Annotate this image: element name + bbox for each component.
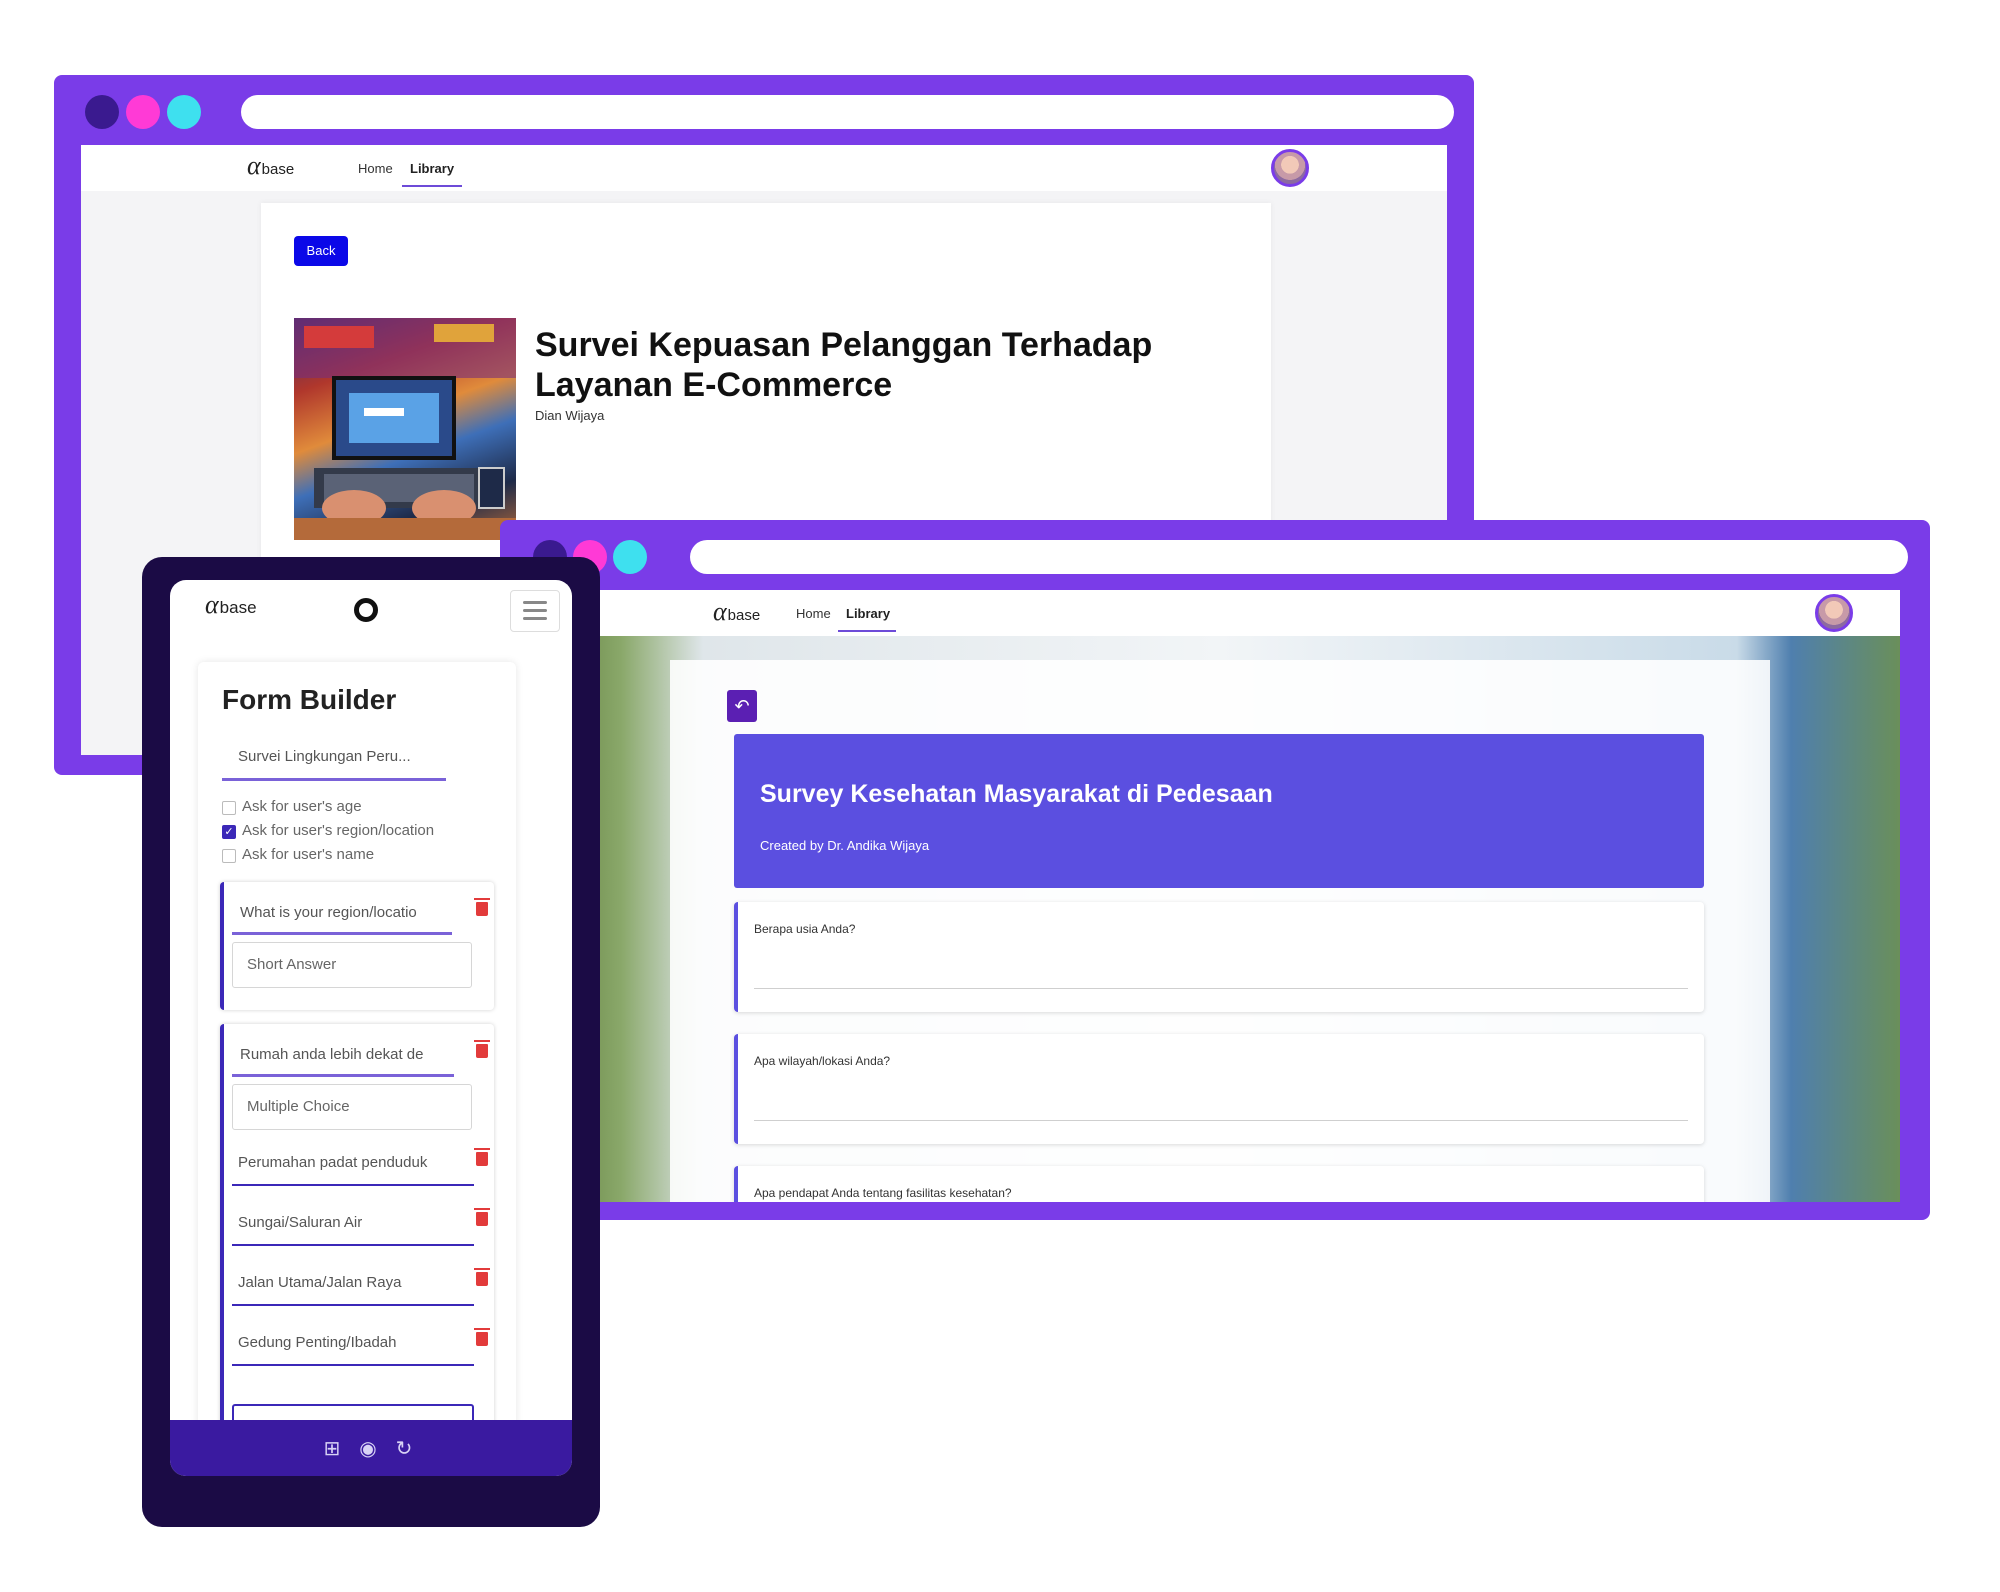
question-text: Apa pendapat Anda tentang fasilitas kese…	[754, 1186, 1012, 1200]
choice-underline	[232, 1244, 474, 1246]
back-button[interactable]: Back	[294, 236, 348, 266]
question-underline	[232, 1074, 454, 1077]
page-title: Form Builder	[222, 684, 397, 715]
delete-icon[interactable]	[474, 1148, 490, 1166]
question-card[interactable]: Apa pendapat Anda tentang fasilitas kese…	[734, 1166, 1704, 1202]
choice-underline	[232, 1364, 474, 1366]
question-type-select[interactable]: Short Answer	[232, 942, 472, 988]
option-label: Ask for user's name	[242, 846, 375, 863]
checkbox-age[interactable]	[222, 801, 236, 815]
top-nav: αbase Home Library	[540, 590, 1900, 636]
nav-home[interactable]: Home	[358, 161, 393, 176]
phone-device: αbase Form Builder Survei Lingkungan Per…	[142, 557, 600, 1527]
question-text-input[interactable]: Rumah anda lebih dekat de	[240, 1046, 462, 1063]
delete-icon[interactable]	[474, 1328, 490, 1346]
survey-thumbnail-image	[294, 318, 516, 540]
address-bar[interactable]	[690, 540, 1908, 574]
eye-icon[interactable]: ◉	[356, 1436, 380, 1461]
nav-active-underline	[838, 630, 896, 632]
logo-alpha: α	[205, 590, 219, 619]
delete-icon[interactable]	[474, 1040, 490, 1058]
nav-library[interactable]: Library	[846, 606, 890, 621]
camera-icon	[354, 598, 378, 622]
question-text: Apa wilayah/lokasi Anda?	[754, 1054, 891, 1068]
survey-creator: Created by Dr. Andika Wijaya	[760, 838, 930, 853]
choice-input[interactable]: Gedung Penting/Ibadah	[238, 1334, 464, 1351]
question-block: Rumah anda lebih dekat de Multiple Choic…	[220, 1024, 494, 1444]
form-name-underline	[222, 778, 446, 781]
choice-input[interactable]: Sungai/Saluran Air	[238, 1214, 464, 1231]
question-text-input[interactable]: What is your region/locatio	[240, 904, 460, 921]
answer-field[interactable]	[754, 1120, 1688, 1121]
option-ask-name[interactable]: Ask for user's name	[222, 846, 374, 863]
user-avatar[interactable]	[1815, 594, 1853, 632]
question-card[interactable]: Berapa usia Anda?	[734, 902, 1704, 1012]
browser-window-survey-view: αbase Home Library ↶ Survey Kesehatan Ma…	[500, 520, 1930, 1220]
question-text: Berapa usia Anda?	[754, 922, 856, 936]
survey-author: Dian Wijaya	[535, 408, 605, 423]
window-dot-cyan[interactable]	[613, 540, 647, 574]
question-type-select[interactable]: Multiple Choice	[232, 1084, 472, 1130]
logo-alpha: α	[713, 597, 727, 626]
option-label: Ask for user's region/location	[242, 822, 435, 839]
delete-icon[interactable]	[474, 898, 490, 916]
question-block: What is your region/locatio Short Answer	[220, 882, 494, 1010]
refresh-icon[interactable]: ↻	[392, 1436, 416, 1461]
logo-text: base	[727, 607, 761, 624]
checkbox-name[interactable]	[222, 849, 236, 863]
option-label: Ask for user's age	[242, 798, 362, 815]
nav-home[interactable]: Home	[796, 606, 831, 621]
question-card[interactable]: Apa wilayah/lokasi Anda?	[734, 1034, 1704, 1144]
form-builder-card: Form Builder Survei Lingkungan Peru... A…	[198, 662, 516, 1476]
option-ask-age[interactable]: Ask for user's age	[222, 798, 362, 815]
option-ask-region[interactable]: ✓ Ask for user's region/location	[222, 822, 434, 839]
alpha-base-logo[interactable]: αbase	[713, 597, 760, 627]
ecommerce-illustration	[294, 318, 516, 540]
undo-arrow-icon[interactable]: ↶	[727, 690, 757, 722]
window-dot-dark[interactable]	[85, 95, 119, 129]
survey-panel: ↶ Survey Kesehatan Masyarakat di Pedesaa…	[670, 660, 1770, 1202]
choice-input[interactable]: Perumahan padat penduduk	[238, 1154, 464, 1171]
logo-text: base	[219, 598, 257, 617]
alpha-base-logo[interactable]: αbase	[247, 151, 294, 181]
top-nav: αbase Home Library	[81, 145, 1447, 191]
checkbox-region-checked[interactable]: ✓	[222, 825, 236, 839]
logo-text: base	[261, 161, 295, 178]
choice-underline	[232, 1304, 474, 1306]
answer-field[interactable]	[754, 988, 1688, 989]
nav-active-underline	[402, 185, 462, 187]
survey-title: Survei Kepuasan Pelanggan Terhadap Layan…	[535, 326, 1153, 404]
add-square-icon[interactable]: ⊞	[320, 1436, 344, 1461]
nav-library[interactable]: Library	[410, 161, 454, 176]
user-avatar[interactable]	[1271, 149, 1309, 187]
choice-underline	[232, 1184, 474, 1186]
page-viewport: αbase Home Library ↶ Survey Kesehatan Ma…	[540, 590, 1900, 1202]
question-underline	[232, 932, 452, 935]
alpha-base-logo[interactable]: αbase	[205, 590, 257, 620]
window-dot-pink[interactable]	[126, 95, 160, 129]
logo-alpha: α	[247, 151, 261, 180]
bottom-toolbar: ⊞ ◉ ↻	[170, 1420, 572, 1476]
delete-icon[interactable]	[474, 1208, 490, 1226]
menu-icon[interactable]	[510, 590, 560, 632]
address-bar[interactable]	[241, 95, 1454, 129]
phone-screen: αbase Form Builder Survei Lingkungan Per…	[170, 580, 572, 1476]
survey-title: Survey Kesehatan Masyarakat di Pedesaan	[760, 780, 1273, 808]
form-name-input[interactable]: Survei Lingkungan Peru...	[238, 748, 438, 765]
choice-input[interactable]: Jalan Utama/Jalan Raya	[238, 1274, 464, 1291]
delete-icon[interactable]	[474, 1268, 490, 1286]
survey-header-banner: Survey Kesehatan Masyarakat di Pedesaan …	[734, 734, 1704, 888]
window-dot-cyan[interactable]	[167, 95, 201, 129]
